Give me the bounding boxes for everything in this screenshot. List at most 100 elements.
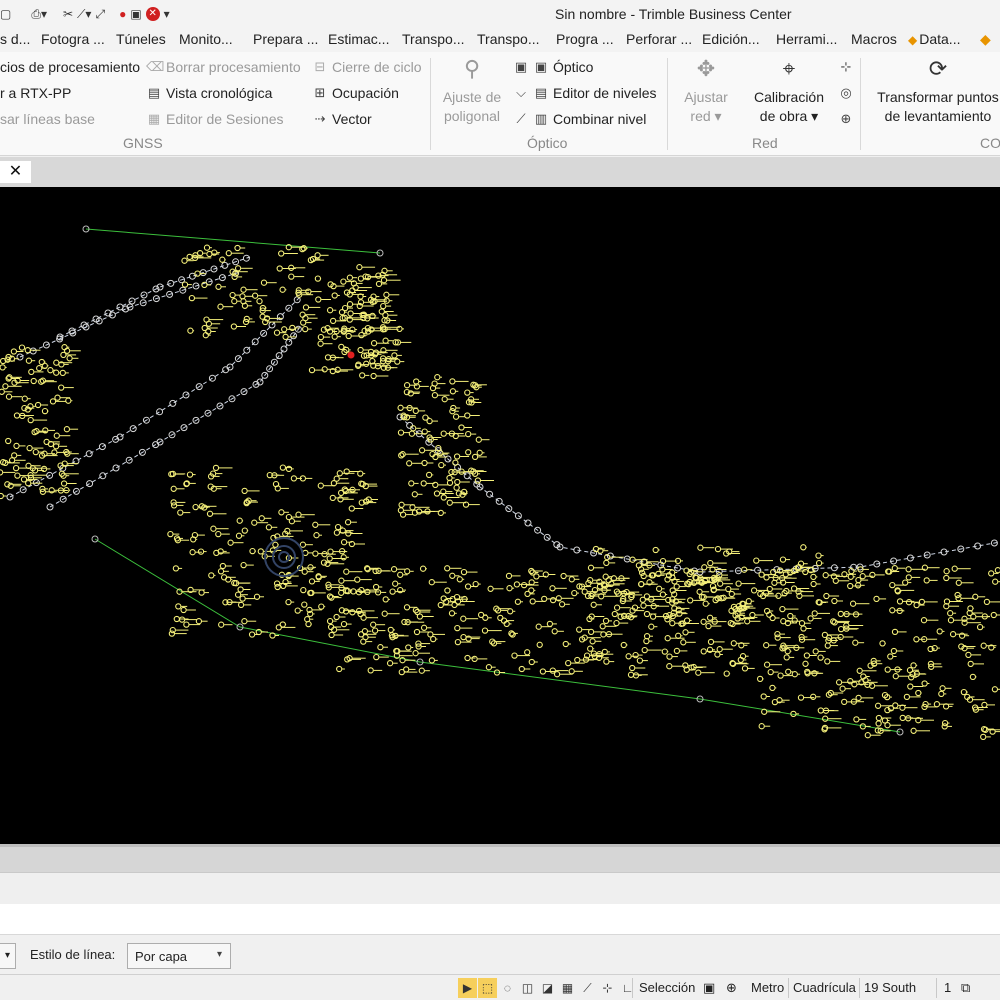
survey-point[interactable] — [837, 625, 845, 633]
tab-tuneles[interactable]: Túneles — [116, 31, 166, 47]
survey-point[interactable] — [218, 621, 225, 628]
survey-point[interactable] — [449, 596, 456, 603]
survey-point[interactable] — [370, 340, 378, 347]
survey-point[interactable] — [241, 618, 248, 625]
survey-point[interactable] — [360, 638, 367, 645]
survey-point[interactable] — [558, 601, 566, 608]
survey-point[interactable] — [305, 620, 312, 628]
survey-point[interactable] — [453, 453, 461, 460]
survey-point[interactable] — [274, 583, 281, 591]
tab-edicion[interactable]: Edición... — [702, 31, 760, 47]
survey-point[interactable] — [636, 657, 644, 664]
survey-point[interactable] — [240, 561, 247, 569]
snap-node-icon[interactable]: ⊹ — [598, 978, 617, 998]
survey-point[interactable] — [507, 608, 514, 615]
survey-point[interactable] — [0, 492, 4, 500]
survey-point[interactable] — [471, 655, 478, 663]
survey-point[interactable] — [921, 680, 928, 687]
survey-point[interactable] — [560, 572, 567, 580]
survey-point[interactable] — [460, 633, 467, 641]
survey-point[interactable] — [701, 564, 708, 571]
survey-point[interactable] — [234, 265, 242, 272]
survey-point[interactable] — [505, 572, 513, 580]
survey-point[interactable] — [383, 297, 390, 304]
survey-point[interactable] — [237, 601, 245, 609]
survey-point[interactable] — [831, 619, 838, 626]
survey-point[interactable] — [391, 352, 398, 359]
survey-point[interactable] — [241, 487, 248, 495]
survey-point[interactable] — [281, 326, 288, 333]
survey-point[interactable] — [18, 344, 26, 351]
select-box-icon[interactable]: ◫ — [518, 978, 537, 998]
survey-point[interactable] — [235, 532, 243, 539]
survey-point[interactable] — [669, 620, 676, 627]
survey-point[interactable] — [367, 667, 374, 674]
survey-point[interactable] — [437, 601, 444, 609]
network-tool-3-button[interactable]: ⊕ — [838, 111, 854, 127]
survey-point[interactable] — [620, 641, 627, 649]
survey-point[interactable] — [551, 628, 558, 635]
survey-point[interactable] — [539, 668, 547, 675]
survey-point[interactable] — [899, 714, 906, 722]
survey-point[interactable] — [465, 430, 472, 438]
survey-point[interactable] — [875, 720, 882, 727]
survey-point[interactable] — [425, 471, 433, 479]
process-baselines-button[interactable]: sar líneas base — [0, 111, 95, 127]
survey-point[interactable] — [980, 642, 987, 649]
survey-point[interactable] — [401, 618, 408, 626]
survey-point[interactable] — [36, 365, 43, 372]
survey-point[interactable] — [811, 610, 818, 617]
adjust-network-button[interactable]: ✥ Ajustar red ▾ — [676, 56, 736, 126]
network-point[interactable] — [285, 338, 293, 346]
survey-point[interactable] — [854, 582, 862, 589]
survey-point[interactable] — [855, 694, 862, 702]
print-icon[interactable]: ⎙▾ — [31, 7, 47, 22]
survey-point[interactable] — [891, 565, 898, 572]
survey-point[interactable] — [707, 559, 714, 567]
survey-point[interactable] — [0, 364, 6, 371]
survey-point[interactable] — [348, 505, 355, 512]
units-indicator[interactable]: Metro — [751, 980, 784, 995]
survey-point[interactable] — [66, 355, 73, 362]
network-point[interactable] — [486, 490, 494, 498]
survey-point[interactable] — [903, 693, 911, 701]
survey-point[interactable] — [253, 593, 261, 600]
survey-point[interactable] — [769, 684, 776, 692]
site-calibration-button[interactable]: ⌖ Calibración de obra ▾ — [746, 56, 832, 126]
survey-point[interactable] — [852, 639, 859, 646]
tab-extra-icon[interactable]: ◆ — [980, 31, 991, 48]
survey-point[interactable] — [345, 332, 352, 340]
survey-point[interactable] — [835, 679, 843, 686]
selected-point[interactable] — [347, 351, 355, 359]
survey-point[interactable] — [397, 429, 405, 436]
survey-point[interactable] — [508, 630, 515, 637]
loop-closure-button[interactable]: ⊟ Cierre de ciclo — [312, 59, 422, 75]
survey-point[interactable] — [617, 613, 624, 620]
survey-point[interactable] — [314, 275, 322, 282]
doc-icon[interactable]: ▢ — [0, 7, 11, 21]
survey-point[interactable] — [326, 307, 334, 314]
survey-point[interactable] — [41, 407, 49, 415]
survey-point[interactable] — [177, 509, 184, 516]
survey-point[interactable] — [991, 686, 999, 693]
survey-point[interactable] — [947, 617, 955, 624]
survey-point[interactable] — [203, 316, 210, 323]
survey-point[interactable] — [294, 607, 301, 614]
survey-point[interactable] — [662, 612, 670, 620]
survey-point[interactable] — [864, 732, 871, 739]
survey-point[interactable] — [47, 367, 54, 374]
survey-point[interactable] — [338, 577, 345, 584]
survey-point[interactable] — [487, 585, 494, 592]
survey-point[interactable] — [603, 559, 610, 567]
survey-point[interactable] — [661, 648, 668, 655]
survey-point[interactable] — [26, 444, 33, 452]
survey-point[interactable] — [279, 464, 287, 471]
survey-point[interactable] — [419, 565, 427, 572]
timeline-view-button[interactable]: ▤ Vista cronológica — [146, 85, 273, 101]
survey-point[interactable] — [300, 586, 307, 594]
survey-point[interactable] — [988, 570, 995, 577]
survey-point[interactable] — [276, 265, 283, 272]
survey-point[interactable] — [186, 253, 193, 261]
survey-point[interactable] — [313, 532, 320, 539]
survey-point[interactable] — [632, 672, 640, 679]
